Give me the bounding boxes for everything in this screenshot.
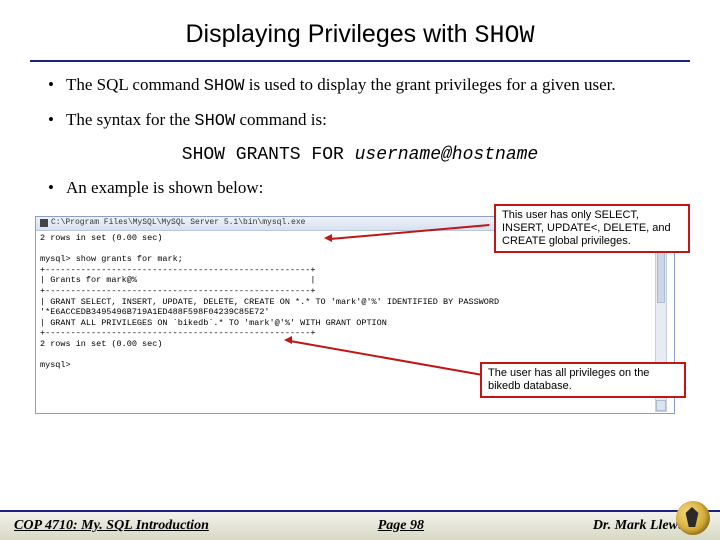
terminal-wrap: C:\Program Files\MySQL\MySQL Server 5.1\… [30, 210, 690, 420]
terminal-icon [40, 219, 48, 227]
title-rule [30, 60, 690, 62]
title-text: Displaying Privileges with [185, 20, 474, 48]
syntax-line: SHOW GRANTS FOR username@hostname [48, 145, 672, 165]
arrow-1-head [324, 234, 332, 242]
footer-mid: Page 98 [378, 518, 424, 534]
bullet-1: The SQL command SHOW is used to display … [48, 74, 672, 97]
terminal-title: C:\Program Files\MySQL\MySQL Server 5.1\… [51, 218, 305, 228]
callout-bottom: The user has all privileges on the biked… [480, 362, 686, 398]
bullet-2: The syntax for the SHOW command is: [48, 109, 672, 132]
syntax-arg: username@hostname [355, 145, 539, 165]
title-mono: SHOW [475, 21, 535, 50]
callout-top: This user has only SELECT, INSERT, UPDAT… [494, 204, 690, 254]
syntax-cmd: SHOW GRANTS FOR [182, 145, 355, 165]
content-area: The SQL command SHOW is used to display … [0, 74, 720, 198]
scroll-down-button[interactable] [656, 400, 666, 411]
slide-title: Displaying Privileges with SHOW [0, 0, 720, 56]
footer-bar: COP 4710: My. SQL Introduction Page 98 D… [0, 510, 720, 540]
arrow-2-head [284, 336, 292, 344]
ucf-logo-icon [676, 501, 710, 535]
footer-left: COP 4710: My. SQL Introduction [14, 518, 209, 534]
bullet-3: An example is shown below: [48, 177, 672, 198]
terminal-body: 2 rows in set (0.00 sec) mysql> show gra… [40, 233, 670, 371]
